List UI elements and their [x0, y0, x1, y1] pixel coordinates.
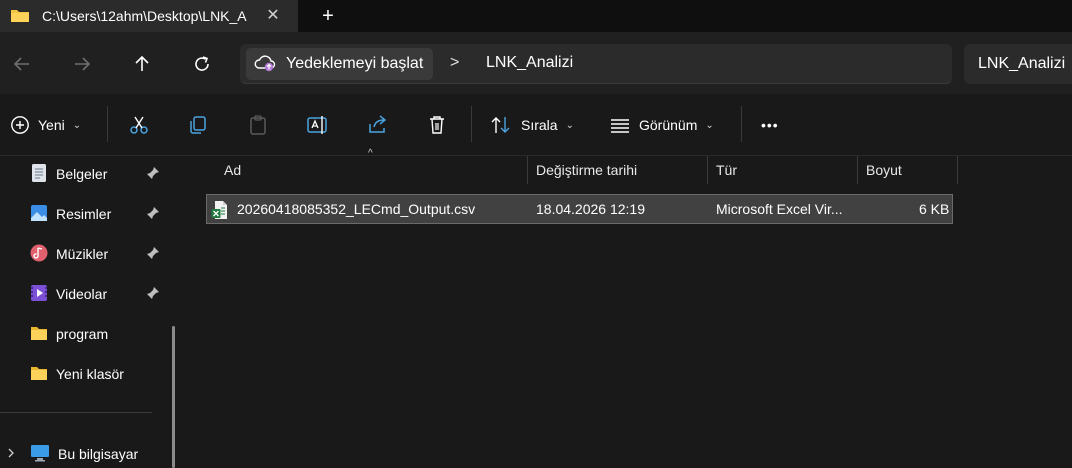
rename-button[interactable] — [306, 112, 330, 138]
breadcrumb-root-label: Yedeklemeyi başlat — [286, 55, 424, 72]
divider — [471, 106, 472, 142]
file-modified-date: 18.04.2026 12:19 — [536, 201, 645, 217]
cloud-backup-icon — [254, 53, 276, 76]
documents-icon — [30, 163, 48, 186]
column-header-name[interactable]: Ad — [216, 156, 528, 184]
view-button[interactable]: Görünüm ⌄ — [609, 112, 714, 138]
sidebar-item-label: program — [56, 326, 109, 342]
breadcrumb-current[interactable]: LNK_Analizi — [486, 54, 573, 72]
sidebar-item-videos[interactable]: Videolar — [30, 282, 168, 306]
file-size: 6 KB — [919, 201, 950, 217]
breadcrumb-separator[interactable]: > — [450, 54, 459, 72]
sidebar-item-new-folder[interactable]: Yeni klasör — [30, 362, 168, 386]
address-bar[interactable]: Yedeklemeyi başlat > LNK_Analizi — [240, 44, 952, 84]
column-header-modified[interactable]: Değiştirme tarihi — [528, 156, 708, 184]
arrow-left-icon — [13, 57, 29, 71]
chevron-right-icon[interactable] — [6, 448, 16, 461]
excel-csv-file-icon — [211, 200, 229, 223]
rename-icon — [307, 116, 327, 134]
file-row[interactable]: 20260418085352_LECmd_Output.csv 18.04.20… — [206, 194, 953, 224]
file-list: ^ Ad Değiştirme tarihi Tür Boyut 2026041… — [188, 148, 1072, 468]
sidebar-item-label: Yeni klasör — [56, 366, 124, 382]
title-bar: C:\Users\12ahm\Desktop\LNK_Analizi ✕ + — [0, 0, 1072, 32]
pin-icon[interactable] — [146, 166, 160, 183]
back-button[interactable] — [9, 51, 35, 77]
file-name: 20260418085352_LECmd_Output.csv — [237, 201, 476, 217]
scissors-icon — [130, 116, 148, 134]
sidebar-item-pictures[interactable]: Resimler — [30, 202, 168, 226]
navigation-bar: Yedeklemeyi başlat > LNK_Analizi LNK_Ana… — [0, 32, 1072, 94]
share-button[interactable] — [367, 112, 389, 138]
refresh-icon — [195, 56, 209, 71]
music-icon — [30, 244, 48, 265]
folder-icon — [10, 7, 30, 26]
search-box-text: LNK_Analizi — [978, 55, 1066, 72]
pin-icon[interactable] — [146, 206, 160, 223]
arrow-right-icon — [75, 57, 91, 71]
more-options-button[interactable]: ••• — [761, 112, 779, 138]
trash-icon — [430, 116, 444, 134]
column-header-size[interactable]: Boyut — [858, 156, 958, 184]
copy-button[interactable] — [187, 112, 209, 138]
videos-icon — [30, 284, 48, 305]
sidebar-item-label: Belgeler — [56, 166, 108, 182]
share-icon — [369, 115, 387, 133]
sidebar-item-this-pc[interactable]: Bu bilgisayar — [30, 442, 168, 466]
chevron-down-icon: ⌄ — [72, 119, 82, 131]
new-button-label: Yeni — [38, 117, 65, 133]
column-header-type[interactable]: Tür — [708, 156, 858, 184]
sort-button[interactable]: Sırala ⌄ — [489, 112, 574, 138]
forward-button[interactable] — [69, 51, 95, 77]
sort-button-label: Sırala — [521, 117, 558, 133]
chevron-down-icon: ⌄ — [565, 119, 574, 131]
sidebar-divider — [0, 412, 152, 413]
breadcrumb-root[interactable]: Yedeklemeyi başlat — [246, 48, 434, 80]
tab-active[interactable]: C:\Users\12ahm\Desktop\LNK_Analizi ✕ — [0, 0, 298, 32]
arrow-up-icon — [135, 55, 149, 71]
pin-icon[interactable] — [146, 286, 160, 303]
file-type: Microsoft Excel Vir... — [716, 201, 843, 217]
view-list-icon — [611, 119, 629, 133]
clipboard-icon — [250, 115, 266, 135]
plus-circle-icon — [11, 116, 29, 134]
delete-button[interactable] — [427, 112, 447, 138]
chevron-down-icon: ⌄ — [705, 119, 714, 131]
sort-icon — [491, 117, 510, 133]
sidebar-scrollbar[interactable] — [172, 326, 175, 468]
pin-icon[interactable] — [146, 246, 160, 263]
new-button[interactable]: Yeni ⌄ — [10, 112, 81, 138]
divider — [741, 106, 742, 142]
search-box[interactable]: LNK_Analizi — [964, 44, 1072, 84]
sidebar-item-label: Müzikler — [56, 246, 109, 262]
command-bar: Yeni ⌄ Sırala ⌄ Görünüm ⌄ ••• — [0, 94, 1072, 156]
sidebar-item-music[interactable]: Müzikler — [30, 242, 168, 266]
computer-icon — [30, 444, 50, 465]
folder-icon — [30, 325, 48, 344]
navigation-pane: Belgeler Resimler Müzikler Videolar prog… — [0, 156, 176, 468]
view-button-label: Görünüm — [639, 117, 698, 133]
up-button[interactable] — [129, 51, 155, 77]
sidebar-item-label: Videolar — [56, 286, 108, 302]
refresh-button[interactable] — [189, 51, 215, 77]
close-tab-button[interactable]: ✕ — [262, 6, 284, 26]
sidebar-item-program[interactable]: program — [30, 322, 168, 346]
cut-button[interactable] — [128, 112, 150, 138]
tab-title: C:\Users\12ahm\Desktop\LNK_Analizi — [42, 8, 247, 24]
sidebar-item-documents[interactable]: Belgeler — [30, 162, 168, 186]
copy-icon — [190, 116, 206, 134]
divider — [107, 106, 108, 142]
folder-icon — [30, 365, 48, 384]
sidebar-item-label: Resimler — [56, 206, 112, 222]
paste-button[interactable] — [247, 112, 269, 138]
new-tab-button[interactable]: + — [317, 5, 339, 27]
pictures-icon — [30, 204, 48, 225]
sidebar-item-label: Bu bilgisayar — [58, 446, 139, 462]
